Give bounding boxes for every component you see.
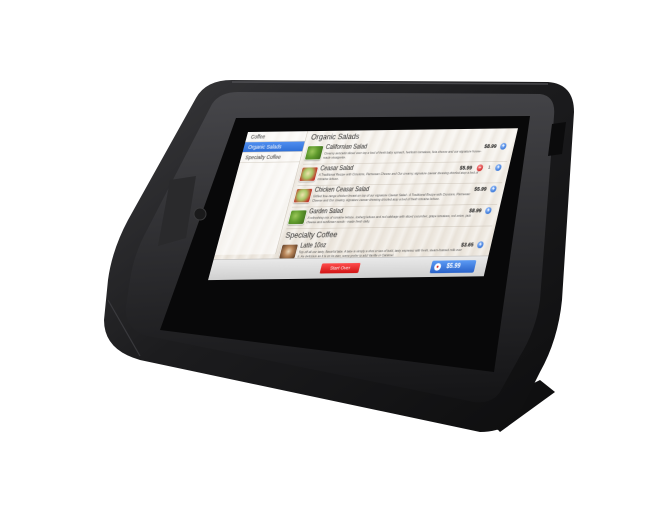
item-description: A Traditional Recipe with Croutons, Parm…	[317, 171, 479, 182]
coffee-photo	[278, 243, 299, 260]
item-description: Creamy avocado sliced over top a bed of …	[322, 149, 482, 160]
item-name: Chicken Ceasar Salad	[313, 186, 370, 194]
home-button-cover	[193, 207, 207, 221]
menu-item-californian-salad[interactable]: Californian Salad Creamy avocado sliced …	[303, 140, 512, 165]
menu-item-garden-salad[interactable]: Garden Salad A refreshing mix of romaine…	[286, 204, 498, 230]
bottom-toolbar: Start Over ● $5.99	[208, 255, 489, 281]
item-price: $3.65	[460, 241, 475, 248]
menu-item-chicken-ceasar-salad[interactable]: Chicken Ceasar Salad Grilled free-range …	[291, 183, 503, 208]
cart-total: $5.99	[445, 262, 462, 270]
salad-photo	[298, 166, 319, 182]
remove-icon[interactable]: −	[476, 164, 484, 172]
section-title-organic-salads: Organic Salads	[310, 131, 361, 142]
menu-content: Organic Salads Californian Salad Creamy …	[277, 128, 515, 264]
item-name: Ceasar Salad	[319, 165, 355, 173]
item-price: $5.99	[473, 185, 488, 193]
start-over-button[interactable]: Start Over	[319, 262, 361, 274]
item-name: Latte 10oz	[299, 242, 327, 250]
item-price: $8.99	[468, 207, 483, 214]
add-icon[interactable]: +	[476, 241, 485, 249]
section-title-specialty-coffee: Specialty Coffee	[284, 229, 339, 240]
item-price: $5.99	[459, 164, 473, 171]
item-name: Garden Salad	[308, 207, 344, 216]
add-icon[interactable]: +	[494, 164, 503, 171]
cart-button[interactable]: ● $5.99	[429, 260, 477, 274]
add-icon[interactable]: +	[489, 185, 498, 193]
menu-item-ceasar-salad[interactable]: Ceasar Salad A Traditional Recipe with C…	[297, 161, 508, 186]
item-name: Californian Salad	[324, 143, 368, 151]
item-quantity: 1	[487, 164, 492, 170]
salad-photo	[287, 209, 308, 225]
sidebar-item-specialty-coffee[interactable]: Specialty Coffee	[239, 151, 303, 163]
kiosk-photo: Coffee Organic Salads Specialty Coffee O…	[0, 0, 670, 525]
salad-photo	[304, 145, 325, 161]
salad-photo	[292, 188, 314, 204]
add-icon[interactable]: +	[484, 207, 493, 215]
item-description: Grilled free-range chicken breast on top…	[311, 192, 471, 203]
tablet-screen: Coffee Organic Salads Specialty Coffee O…	[208, 128, 518, 281]
item-description: A refreshing mix of romaine lettuce, ice…	[305, 214, 472, 225]
cart-icon: ●	[433, 263, 442, 271]
item-price: $8.99	[483, 143, 498, 150]
add-icon[interactable]: +	[499, 142, 508, 150]
